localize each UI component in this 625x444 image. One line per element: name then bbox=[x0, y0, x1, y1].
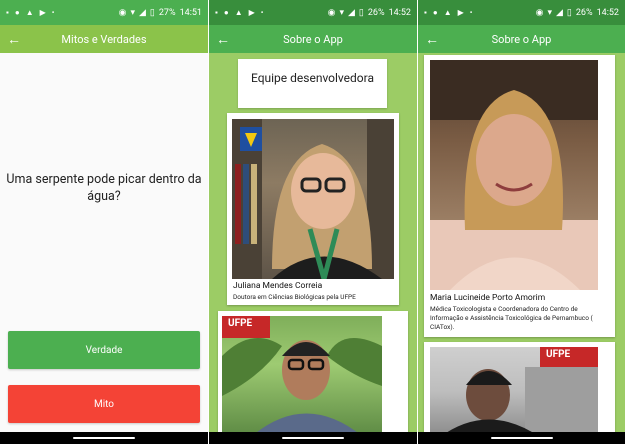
signal-icon: ◢ bbox=[347, 7, 355, 18]
app-bar: ← Mitos e Verdades bbox=[0, 25, 208, 53]
notification-icon: ● bbox=[14, 8, 20, 17]
app-bar: ← Sobre o App bbox=[418, 25, 625, 53]
wifi-icon: ▾ bbox=[547, 7, 552, 18]
clock: 14:52 bbox=[388, 7, 411, 18]
true-button[interactable]: Verdade bbox=[8, 331, 200, 369]
back-arrow-icon[interactable]: ← bbox=[209, 31, 237, 48]
wifi-icon: ▾ bbox=[339, 7, 344, 18]
ufpe-logo-text: UFPE bbox=[228, 318, 253, 329]
battery-icon: ▯ bbox=[358, 7, 364, 18]
notification-icon: ▲ bbox=[25, 8, 34, 17]
back-arrow-icon[interactable]: ← bbox=[418, 31, 446, 48]
signal-icon: ◢ bbox=[138, 7, 146, 18]
notification-icon: ▶ bbox=[39, 8, 46, 17]
clock: 14:52 bbox=[596, 7, 619, 18]
notification-icon: ▪ bbox=[6, 8, 9, 17]
person-name: Maria Lucineide Porto Amorim bbox=[430, 293, 546, 303]
screen-sobre-o-app: ▪ ● ▲ ▶ • ◉ ▾ ◢ ▯ 26% 14:52 ← Sobre o Ap… bbox=[418, 0, 625, 444]
home-indicator[interactable] bbox=[73, 437, 135, 439]
screen-mitos-e-verdades: ▪ ● ▲ ▶ • ◉ ▾ ◢ ▯ 27% 14:51 ← Mitos e Ve… bbox=[0, 0, 208, 444]
app-bar: ← Sobre o App bbox=[209, 25, 417, 53]
wifi-icon: ▾ bbox=[130, 7, 135, 18]
myth-button[interactable]: Mito bbox=[8, 385, 200, 423]
person-card: UFPE bbox=[424, 342, 615, 437]
notification-icon: ▲ bbox=[443, 8, 452, 17]
notification-icon: ● bbox=[432, 8, 438, 17]
team-heading-card: Equipe desenvolvedora bbox=[238, 59, 387, 108]
person-photo bbox=[430, 60, 598, 290]
clock: 14:51 bbox=[179, 7, 202, 18]
system-nav-bar bbox=[0, 432, 208, 444]
page-title: Sobre o App bbox=[283, 32, 343, 46]
person-name: Juliana Mendes Correia bbox=[233, 281, 323, 291]
screen-sobre-o-app: ▪ ● ▲ ▶ • ◉ ▾ ◢ ▯ 26% 14:52 ← Sobre o Ap… bbox=[209, 0, 417, 444]
person-photo: UFPE bbox=[430, 347, 598, 437]
eye-icon: ◉ bbox=[118, 7, 127, 18]
page-title: Sobre o App bbox=[491, 32, 552, 46]
notification-icon: ▪ bbox=[215, 8, 218, 17]
notification-icons: ▪ ● ▲ ▶ • bbox=[215, 8, 263, 17]
battery-percent: 26% bbox=[367, 7, 385, 18]
status-bar: ▪ ● ▲ ▶ • ◉ ▾ ◢ ▯ 26% 14:52 bbox=[209, 0, 417, 25]
team-heading: Equipe desenvolvedora bbox=[250, 71, 374, 85]
person-card: Juliana Mendes Correia Doutora em Ciênci… bbox=[227, 113, 399, 305]
battery-percent: 27% bbox=[158, 7, 176, 18]
page-title: Mitos e Verdades bbox=[61, 32, 147, 46]
ufpe-logo-text: UFPE bbox=[546, 349, 571, 360]
person-photo: UFPE bbox=[222, 316, 382, 436]
signal-icon: ◢ bbox=[555, 7, 563, 18]
system-status: ◉ ▾ ◢ ▯ 26% 14:52 bbox=[536, 8, 619, 18]
question-text: Uma serpente pode picar dentro da água? bbox=[6, 172, 202, 204]
system-nav-bar bbox=[209, 432, 417, 444]
battery-icon: ▯ bbox=[566, 7, 572, 18]
portrait-illustration bbox=[430, 60, 598, 290]
portrait-illustration bbox=[222, 316, 382, 436]
battery-icon: ▯ bbox=[149, 7, 155, 18]
home-indicator[interactable] bbox=[282, 437, 344, 439]
home-indicator[interactable] bbox=[490, 437, 553, 439]
notification-icon: • bbox=[469, 8, 473, 17]
system-status: ◉ ▾ ◢ ▯ 26% 14:52 bbox=[328, 8, 411, 18]
portrait-illustration bbox=[440, 347, 598, 437]
battery-percent: 26% bbox=[575, 7, 593, 18]
notification-icon: ▲ bbox=[234, 8, 243, 17]
eye-icon: ◉ bbox=[535, 7, 544, 18]
eye-icon: ◉ bbox=[327, 7, 336, 18]
back-arrow-icon[interactable]: ← bbox=[0, 31, 28, 48]
notification-icon: ▪ bbox=[424, 8, 427, 17]
person-card: Maria Lucineide Porto Amorim Médica Toxi… bbox=[424, 55, 615, 337]
status-bar: ▪ ● ▲ ▶ • ◉ ▾ ◢ ▯ 27% 14:51 bbox=[0, 0, 208, 25]
status-bar: ▪ ● ▲ ▶ • ◉ ▾ ◢ ▯ 26% 14:52 bbox=[418, 0, 625, 25]
notification-icons: ▪ ● ▲ ▶ • bbox=[424, 8, 472, 17]
portrait-illustration bbox=[232, 119, 394, 279]
notification-icon: ▶ bbox=[248, 8, 255, 17]
notification-icon: ▶ bbox=[457, 8, 464, 17]
person-role: Médica Toxicologista e Coordenadora do C… bbox=[430, 305, 593, 332]
system-status: ◉ ▾ ◢ ▯ 27% 14:51 bbox=[119, 8, 202, 18]
person-photo bbox=[232, 119, 394, 279]
notification-icon: ● bbox=[223, 8, 229, 17]
person-role: Doutora em Ciências Biológicas pela UFPE bbox=[233, 293, 356, 301]
person-card: UFPE bbox=[218, 311, 408, 436]
system-nav-bar bbox=[418, 432, 625, 444]
notification-icon: • bbox=[260, 8, 264, 17]
notification-icons: ▪ ● ▲ ▶ • bbox=[6, 8, 54, 17]
notification-icon: • bbox=[51, 8, 55, 17]
